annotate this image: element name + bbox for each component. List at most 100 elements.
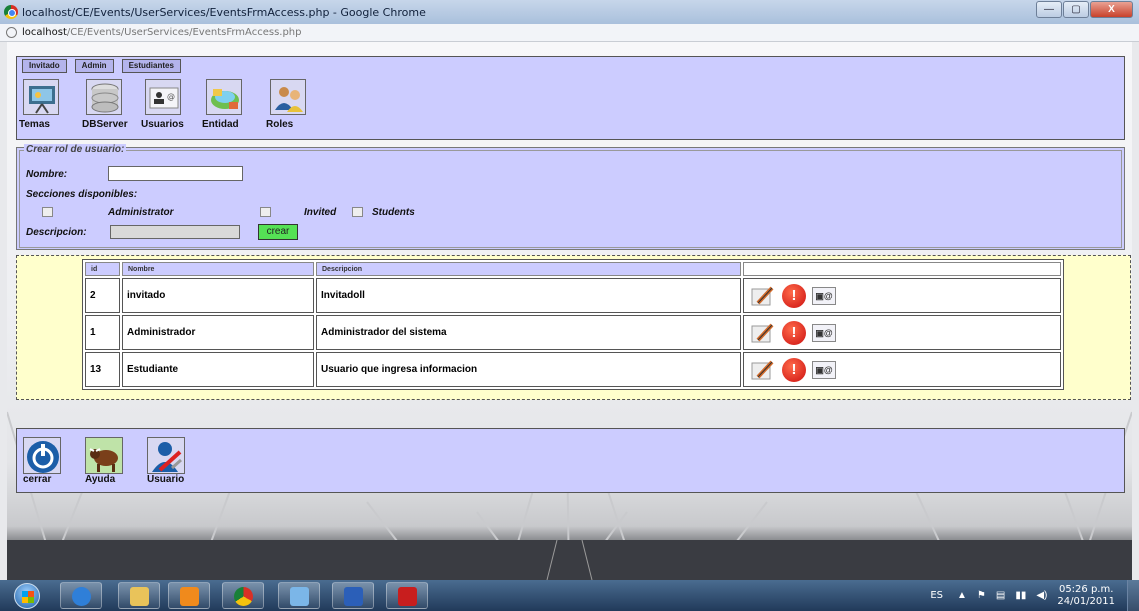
user-card-icon[interactable]: ▣@ [812, 286, 836, 305]
cell-descripcion: Invitadoll [316, 278, 741, 313]
minimize-button[interactable]: — [1036, 1, 1062, 18]
clock-time: 05:26 p.m. [1058, 583, 1114, 595]
tab-admin[interactable]: Admin [74, 59, 114, 73]
url-text[interactable]: localhost/CE/Events/UserServices/EventsF… [22, 27, 302, 38]
system-tray: ES ▲ ⚑ ▤ ▮▮ ◀) 05:26 p.m. 24/01/2011 [930, 580, 1139, 611]
students-checkbox[interactable] [352, 207, 363, 217]
cell-actions: ! ▣@ [743, 315, 1061, 350]
delete-warning-icon[interactable]: ! [782, 357, 806, 382]
svg-text:@: @ [167, 92, 175, 101]
column-header-descripcion: Descripcion [316, 262, 741, 276]
usuarios-label: Usuarios [141, 119, 184, 130]
language-indicator[interactable]: ES [930, 590, 943, 601]
form-legend: Crear rol de usuario: [24, 144, 127, 155]
cell-actions: ! ▣@ [743, 352, 1061, 387]
network-icon[interactable]: ▤ [996, 590, 1005, 601]
dbserver-button[interactable]: DBServer [82, 79, 141, 130]
paint-icon[interactable] [278, 582, 320, 609]
invited-checkbox[interactable] [260, 207, 271, 217]
descripcion-label: Descripcion: [26, 227, 87, 238]
delete-warning-icon[interactable]: ! [782, 283, 806, 308]
nombre-input[interactable] [108, 166, 243, 181]
ayuda-label: Ayuda [85, 474, 116, 485]
descripcion-textarea[interactable] [110, 225, 240, 239]
cell-nombre: Administrador [122, 315, 314, 350]
roles-button[interactable]: Roles [266, 79, 330, 130]
chrome-logo-icon [4, 5, 18, 19]
acrobat-icon[interactable] [386, 582, 428, 609]
cell-id: 13 [85, 352, 120, 387]
crear-button[interactable]: crear [258, 224, 298, 240]
edit-icon[interactable] [750, 285, 776, 307]
roles-table-area: id Nombre Descripcion 2 invitado Invitad… [16, 255, 1131, 400]
page-info-icon[interactable] [6, 27, 17, 38]
network-globe-icon [206, 79, 242, 115]
table-row: 2 invitado Invitadoll ! ▣@ [85, 278, 1061, 313]
create-role-panel: Crear rol de usuario: Nombre: Secciones … [16, 144, 1125, 250]
usuario-label: Usuario [147, 474, 185, 485]
address-bar[interactable]: localhost/CE/Events/UserServices/EventsF… [0, 24, 1139, 42]
start-button[interactable] [14, 583, 40, 609]
window-titlebar: localhost/CE/Events/UserServices/EventsF… [0, 0, 1139, 24]
cell-descripcion: Administrador del sistema [316, 315, 741, 350]
create-role-fieldset: Crear rol de usuario: Nombre: Secciones … [19, 144, 1122, 248]
close-window-button[interactable]: X [1090, 1, 1133, 18]
clock-date: 24/01/2011 [1057, 595, 1115, 607]
word-icon[interactable] [332, 582, 374, 609]
edit-icon[interactable] [750, 322, 776, 344]
administrator-label: Administrator [108, 207, 174, 218]
taskbar: ES ▲ ⚑ ▤ ▮▮ ◀) 05:26 p.m. 24/01/2011 [0, 580, 1139, 611]
secciones-label: Secciones disponibles: [26, 189, 138, 200]
user-card-icon[interactable]: ▣@ [812, 360, 836, 379]
show-hidden-icons-icon[interactable]: ▲ [957, 590, 967, 601]
entidad-label: Entidad [202, 119, 239, 130]
main-toolbar: Temas DBServer @ Usuarios Entidad Roles [19, 79, 330, 130]
signal-icon[interactable]: ▮▮ [1015, 590, 1026, 601]
column-header-nombre: Nombre [122, 262, 314, 276]
contact-card-icon: @ [145, 79, 181, 115]
roles-table: id Nombre Descripcion 2 invitado Invitad… [82, 259, 1064, 390]
top-navigation-panel: Invitado Admin Estudiantes Temas DBServe… [16, 56, 1125, 140]
usuarios-button[interactable]: @ Usuarios [141, 79, 202, 130]
edit-icon[interactable] [750, 359, 776, 381]
ayuda-button[interactable]: Ayuda [85, 437, 123, 485]
students-label: Students [372, 207, 415, 218]
delete-warning-icon[interactable]: ! [782, 320, 806, 345]
column-header-actions [743, 262, 1061, 276]
chrome-icon[interactable] [222, 582, 264, 609]
tab-estudiantes[interactable]: Estudiantes [121, 59, 181, 73]
invited-label: Invited [304, 207, 337, 218]
maximize-button[interactable]: ▢ [1063, 1, 1089, 18]
temas-button[interactable]: Temas [19, 79, 82, 130]
media-player-icon[interactable] [168, 582, 210, 609]
table-row: 1 Administrador Administrador del sistem… [85, 315, 1061, 350]
table-header-row: id Nombre Descripcion [85, 262, 1061, 276]
presentation-board-icon [23, 79, 59, 115]
file-explorer-icon[interactable] [118, 582, 160, 609]
internet-explorer-icon[interactable] [60, 582, 102, 609]
action-center-icon[interactable]: ⚑ [977, 590, 986, 601]
cell-nombre: Estudiante [122, 352, 314, 387]
temas-label: Temas [19, 119, 50, 130]
cell-descripcion: Usuario que ingresa informacion [316, 352, 741, 387]
volume-icon[interactable]: ◀) [1036, 590, 1047, 601]
cerrar-button[interactable]: cerrar [23, 437, 61, 485]
url-host: localhost [22, 27, 67, 38]
user-tools-icon [147, 437, 185, 474]
roles-label: Roles [266, 119, 294, 130]
entidad-button[interactable]: Entidad [202, 79, 266, 130]
window-controls: — ▢ X [1035, 1, 1133, 18]
window-title: localhost/CE/Events/UserServices/EventsF… [22, 5, 426, 19]
nombre-label: Nombre: [26, 169, 68, 180]
usuario-button[interactable]: Usuario [147, 437, 185, 485]
page-content: Invitado Admin Estudiantes Temas DBServe… [7, 42, 1132, 580]
users-group-icon [270, 79, 306, 115]
user-card-icon[interactable]: ▣@ [812, 323, 836, 342]
database-icon [86, 79, 122, 115]
table-row: 13 Estudiante Usuario que ingresa inform… [85, 352, 1061, 387]
clock[interactable]: 05:26 p.m. 24/01/2011 [1057, 584, 1115, 608]
show-desktop-button[interactable] [1127, 580, 1139, 611]
power-icon [23, 437, 61, 474]
tab-invitado[interactable]: Invitado [22, 59, 67, 73]
administrator-checkbox[interactable] [42, 207, 53, 217]
